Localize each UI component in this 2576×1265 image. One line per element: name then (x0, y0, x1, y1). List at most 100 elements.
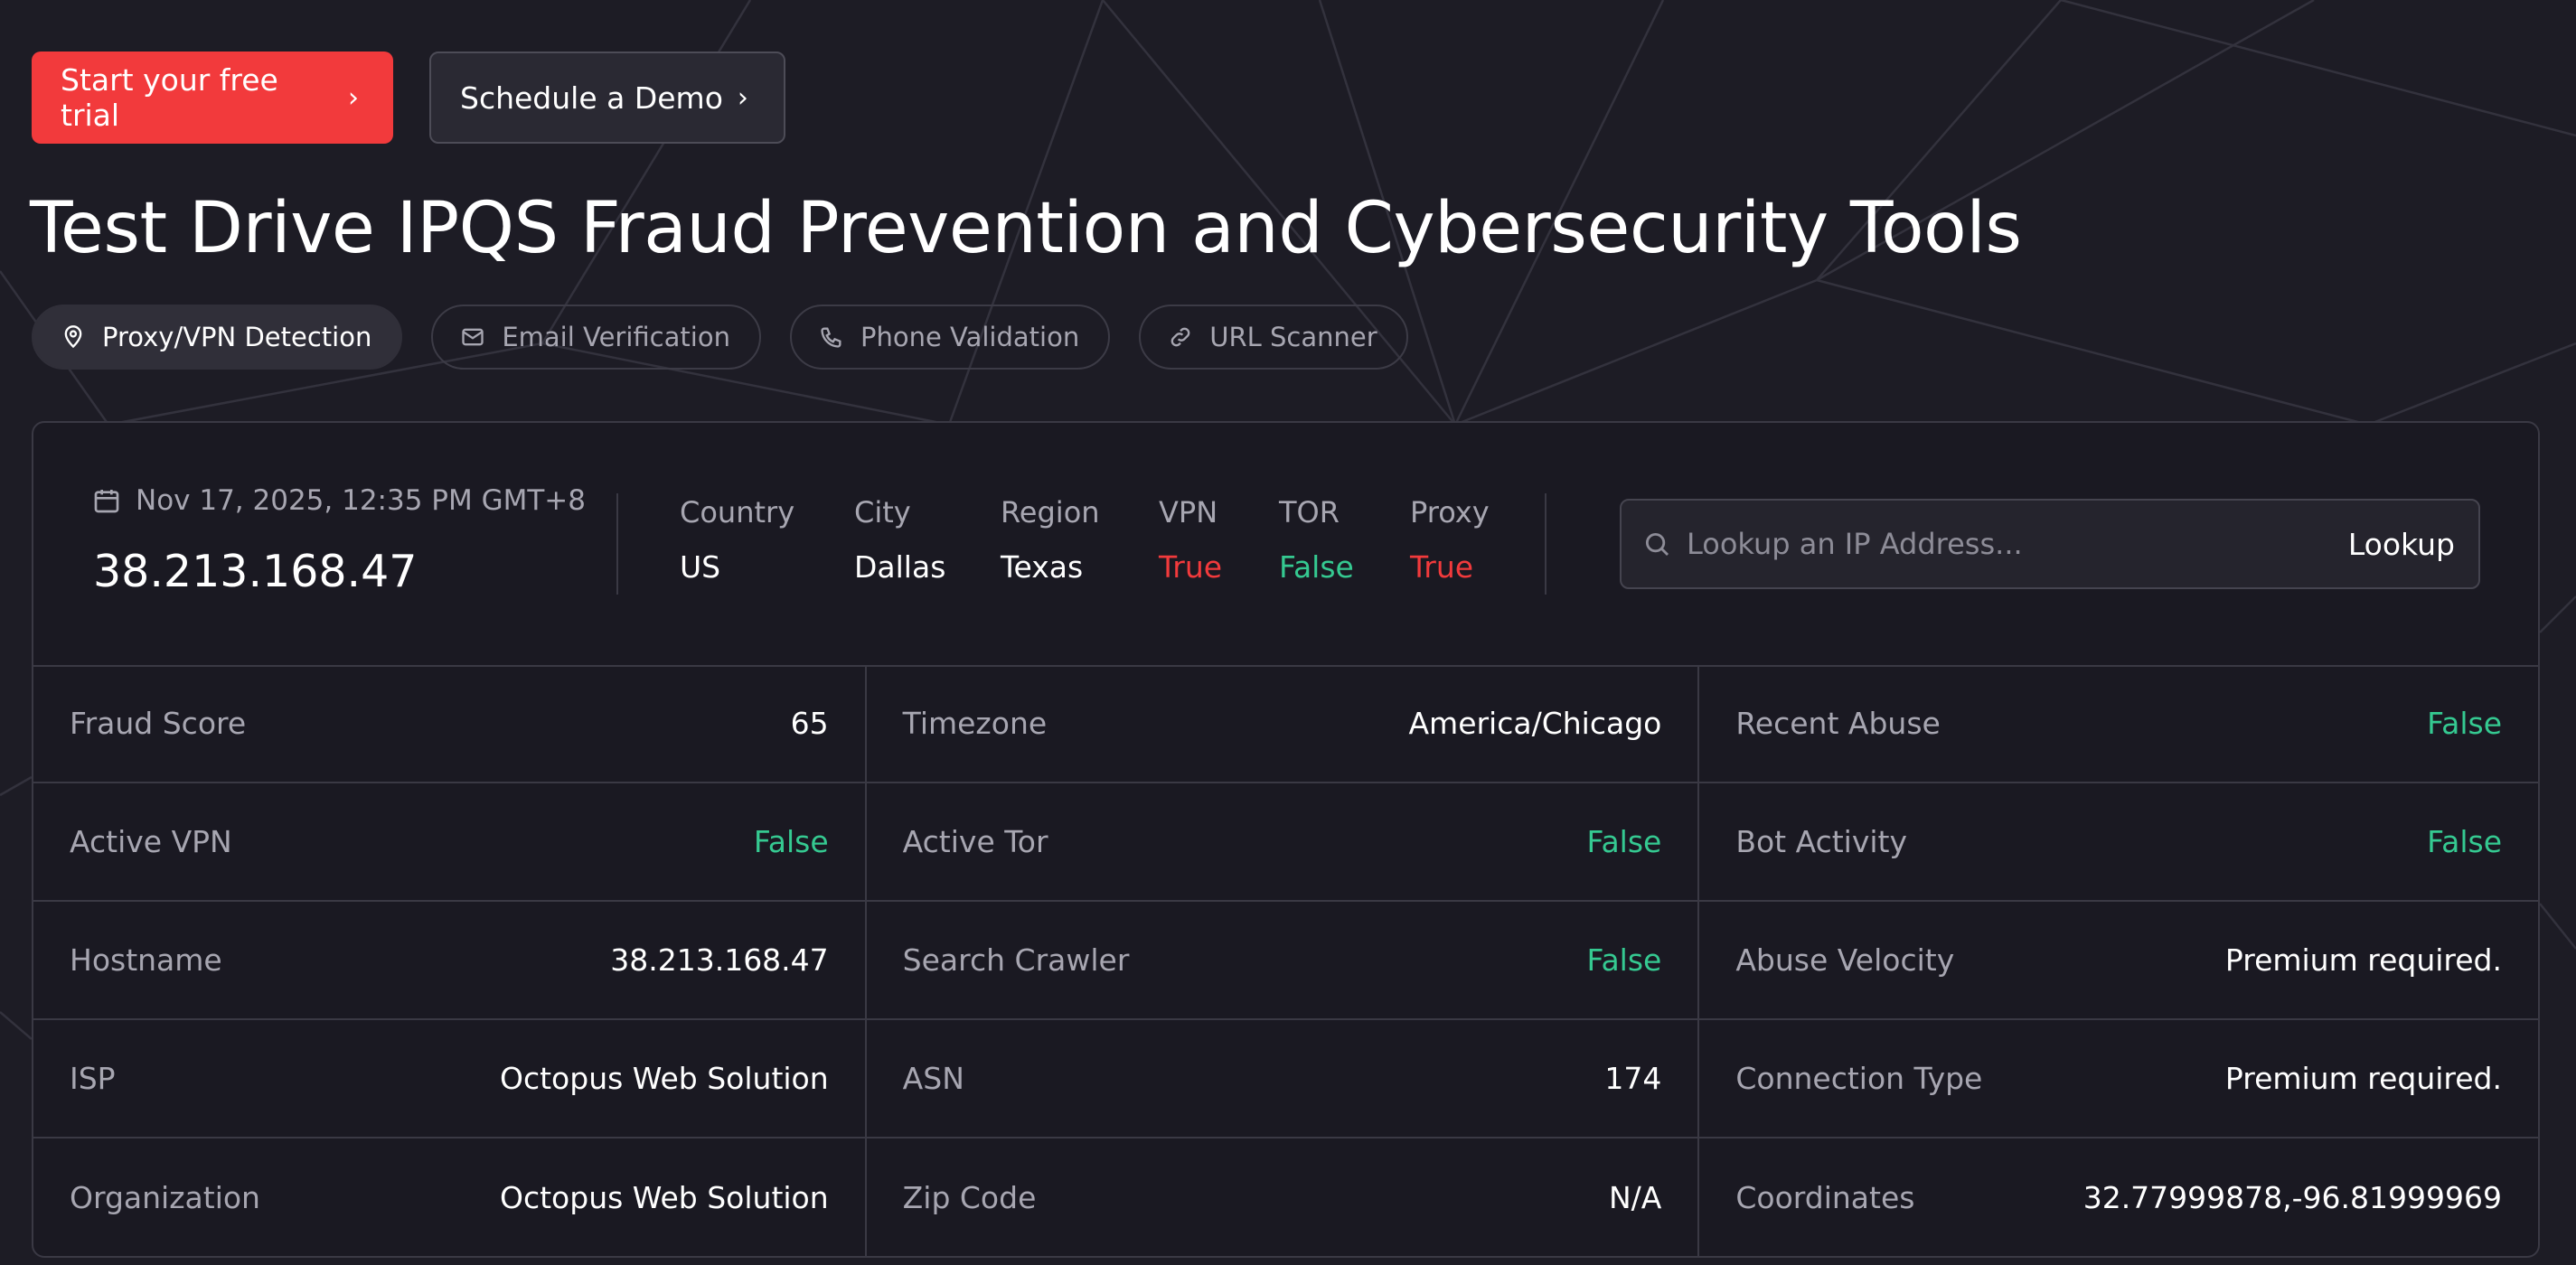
ip-address: 38.213.168.47 (93, 546, 418, 597)
summary-region: Region Texas (1001, 495, 1100, 585)
result-summary: Nov 17, 2025, 12:35 PM GMT+8 38.213.168.… (33, 423, 2538, 667)
table-row: Active VPN False Active Tor False Bot Ac… (33, 783, 2538, 902)
tool-tabs: Proxy/VPN Detection Email Verification P… (32, 305, 1408, 370)
start-free-trial-button[interactable]: Start your free trial › (32, 52, 393, 144)
detail-search-crawler: Search Crawler False (867, 902, 1700, 1018)
field-value: Dallas (854, 549, 946, 585)
detail-key: Recent Abuse (1735, 706, 1941, 741)
tab-label: Phone Validation (860, 322, 1080, 352)
detail-key: Active VPN (70, 824, 232, 859)
detail-key: Fraud Score (70, 706, 247, 741)
divider (616, 493, 618, 595)
chevron-right-icon: › (737, 81, 748, 114)
summary-tor: TOR False (1279, 495, 1354, 585)
location-pin-icon (61, 324, 86, 350)
table-row: Fraud Score 65 Timezone America/Chicago … (33, 665, 2538, 783)
search-icon (1645, 532, 1669, 557)
mail-icon (460, 324, 485, 350)
tab-label: URL Scanner (1209, 322, 1377, 352)
detail-asn: ASN 174 (867, 1020, 1700, 1137)
detail-key: Hostname (70, 942, 222, 978)
page-title: Test Drive IPQS Fraud Prevention and Cyb… (30, 188, 2022, 269)
timestamp-text: Nov 17, 2025, 12:35 PM GMT+8 (136, 484, 586, 517)
divider (1545, 493, 1547, 595)
table-row: Organization Octopus Web Solution Zip Co… (33, 1138, 2538, 1256)
detail-value: Octopus Web Solution (500, 1061, 829, 1096)
calendar-icon (94, 490, 119, 513)
field-label: VPN (1159, 495, 1218, 529)
detail-timezone: Timezone America/Chicago (867, 665, 1700, 782)
detail-key: Timezone (902, 706, 1048, 741)
detail-key: ASN (902, 1061, 964, 1096)
detail-value: Octopus Web Solution (500, 1180, 829, 1215)
detail-value: 174 (1604, 1061, 1662, 1096)
detail-hostname: Hostname 38.213.168.47 (33, 902, 867, 1018)
detail-fraud-score: Fraud Score 65 (33, 665, 867, 782)
detail-value: Premium required. (2224, 942, 2502, 978)
detail-abuse-velocity: Abuse Velocity Premium required. (1699, 902, 2538, 1018)
detail-key: Active Tor (902, 824, 1048, 859)
detail-bot-activity: Bot Activity False (1699, 783, 2538, 900)
detail-key: Coordinates (1735, 1180, 1915, 1215)
tab-label: Proxy/VPN Detection (102, 322, 372, 352)
detail-organization: Organization Octopus Web Solution (33, 1138, 867, 1256)
summary-proxy: Proxy True (1410, 495, 1490, 585)
detail-connection-type: Connection Type Premium required. (1699, 1020, 2538, 1137)
schedule-demo-button[interactable]: Schedule a Demo › (429, 52, 785, 144)
table-row: ISP Octopus Web Solution ASN 174 Connect… (33, 1020, 2538, 1138)
field-value: Texas (1001, 549, 1084, 585)
tab-proxy-vpn-detection[interactable]: Proxy/VPN Detection (32, 305, 403, 370)
summary-vpn: VPN True (1159, 495, 1222, 585)
tab-label: Email Verification (502, 322, 730, 352)
field-label: Region (1001, 495, 1100, 529)
detail-isp: ISP Octopus Web Solution (33, 1020, 867, 1137)
detail-value: America/Chicago (1408, 706, 1662, 741)
phone-icon (819, 324, 844, 350)
tab-phone-validation[interactable]: Phone Validation (789, 305, 1111, 370)
field-label: City (854, 495, 911, 529)
chevron-right-icon: › (348, 81, 359, 114)
detail-value: 65 (790, 706, 829, 741)
detail-value: False (2427, 824, 2502, 859)
tab-url-scanner[interactable]: URL Scanner (1139, 305, 1408, 370)
detail-key: Bot Activity (1735, 824, 1908, 859)
ip-lookup-search: Lookup (1620, 499, 2480, 589)
link-icon (1168, 324, 1193, 350)
ip-lookup-result-card: Nov 17, 2025, 12:35 PM GMT+8 38.213.168.… (32, 421, 2540, 1258)
ip-lookup-input[interactable] (1685, 526, 2348, 562)
detail-value: 32.77999878,-96.81999969 (2082, 1180, 2502, 1215)
detail-value: False (1586, 824, 1662, 859)
lookup-button[interactable]: Lookup (2348, 527, 2455, 562)
lookup-timestamp: Nov 17, 2025, 12:35 PM GMT+8 (92, 484, 586, 517)
detail-key: Zip Code (902, 1180, 1037, 1215)
detail-value: Premium required. (2224, 1061, 2502, 1096)
detail-value: False (1586, 942, 1662, 978)
detail-zip-code: Zip Code N/A (867, 1138, 1700, 1256)
detail-value: False (753, 824, 829, 859)
tab-email-verification[interactable]: Email Verification (431, 305, 761, 370)
schedule-demo-label: Schedule a Demo (460, 80, 723, 116)
summary-country: Country US (680, 495, 794, 585)
table-row: Hostname 38.213.168.47 Search Crawler Fa… (33, 902, 2538, 1020)
detail-coordinates: Coordinates 32.77999878,-96.81999969 (1699, 1138, 2538, 1256)
field-label: Proxy (1410, 495, 1490, 529)
detail-active-tor: Active Tor False (867, 783, 1700, 900)
start-free-trial-label: Start your free trial (61, 62, 278, 133)
cta-row: Start your free trial › Schedule a Demo … (32, 52, 785, 144)
detail-key: Organization (70, 1180, 260, 1215)
detail-value: False (2427, 706, 2502, 741)
summary-city: City Dallas (854, 495, 945, 585)
field-value: US (680, 549, 721, 585)
detail-key: Connection Type (1735, 1061, 1983, 1096)
detail-key: Abuse Velocity (1735, 942, 1955, 978)
field-value: True (1159, 549, 1223, 585)
detail-key: ISP (70, 1061, 116, 1096)
detail-recent-abuse: Recent Abuse False (1699, 665, 2538, 782)
detail-value: 38.213.168.47 (610, 942, 829, 978)
field-value: True (1410, 549, 1474, 585)
detail-key: Search Crawler (902, 942, 1130, 978)
detail-value: N/A (1608, 1180, 1662, 1215)
field-label: TOR (1279, 495, 1340, 529)
page: Start your free trial › Schedule a Demo … (0, 0, 2576, 1265)
ip-details-grid: Fraud Score 65 Timezone America/Chicago … (33, 665, 2538, 1256)
